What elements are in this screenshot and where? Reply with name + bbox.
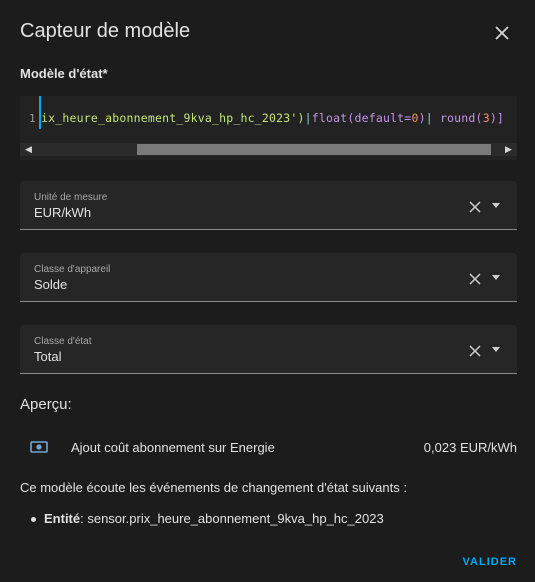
chevron-down-icon[interactable]: [492, 275, 500, 280]
code-filter: float(default=: [311, 111, 412, 125]
code-pipe: |: [304, 111, 312, 125]
code-number: 3: [482, 111, 490, 125]
code-editor[interactable]: 1 ix_heure_abonnement_9kva_hp_hc_2023')|…: [20, 96, 517, 160]
close-icon[interactable]: [490, 21, 514, 45]
state-class-select[interactable]: Classe d'état Total: [20, 325, 517, 374]
clear-icon[interactable]: [468, 344, 482, 358]
line-gutter: 1: [20, 96, 39, 144]
preview-heading: Aperçu:: [20, 396, 72, 413]
dialog-title: Capteur de modèle: [20, 20, 191, 42]
scroll-left-icon[interactable]: ◀: [22, 143, 35, 156]
field-value: Solde: [34, 277, 68, 292]
template-sensor-dialog: Capteur de modèle Modèle d'état* 1 ix_he…: [0, 0, 535, 582]
entity-value: : sensor.prix_heure_abonnement_9kva_hp_h…: [80, 511, 384, 526]
code-number: 0: [411, 111, 419, 125]
field-value: EUR/kWh: [34, 205, 92, 220]
horizontal-scrollbar[interactable]: ◀ ▶: [20, 143, 517, 156]
listeners-text: Ce modèle écoute les événements de chang…: [20, 480, 407, 495]
chevron-down-icon[interactable]: [492, 347, 500, 352]
cash-icon: [30, 441, 48, 453]
code-line[interactable]: ix_heure_abonnement_9kva_hp_hc_2023')|fl…: [41, 111, 504, 125]
clear-icon[interactable]: [468, 272, 482, 286]
code-paren: )]: [489, 111, 505, 125]
chevron-down-icon[interactable]: [492, 203, 500, 208]
scrollbar-thumb[interactable]: [137, 144, 491, 155]
field-value: Total: [34, 349, 62, 364]
field-label: Unité de mesure: [34, 192, 108, 203]
code-paren: ): [418, 111, 426, 125]
field-label: Classe d'état: [34, 336, 92, 347]
entity-label: Entité: [44, 511, 81, 526]
code-pipe: |: [425, 111, 433, 125]
scroll-right-icon[interactable]: ▶: [502, 143, 515, 156]
unit-of-measure-select[interactable]: Unité de mesure EUR/kWh: [20, 181, 517, 230]
clear-icon[interactable]: [468, 200, 482, 214]
code-string: ix_heure_abonnement_9kva_hp_hc_2023'): [41, 111, 305, 125]
entity-list-item: Entité: sensor.prix_heure_abonnement_9kv…: [31, 511, 384, 526]
sensor-value: 0,023 EUR/kWh: [423, 440, 517, 455]
line-number: 1: [29, 112, 36, 125]
device-class-select[interactable]: Classe d'appareil Solde: [20, 253, 517, 302]
code-filter: round(: [439, 111, 483, 125]
field-label: Classe d'appareil: [34, 264, 111, 275]
sensor-name[interactable]: Ajout coût abonnement sur Energie: [71, 440, 275, 455]
validate-button[interactable]: VALIDER: [463, 556, 517, 568]
state-template-label: Modèle d'état*: [20, 66, 108, 81]
